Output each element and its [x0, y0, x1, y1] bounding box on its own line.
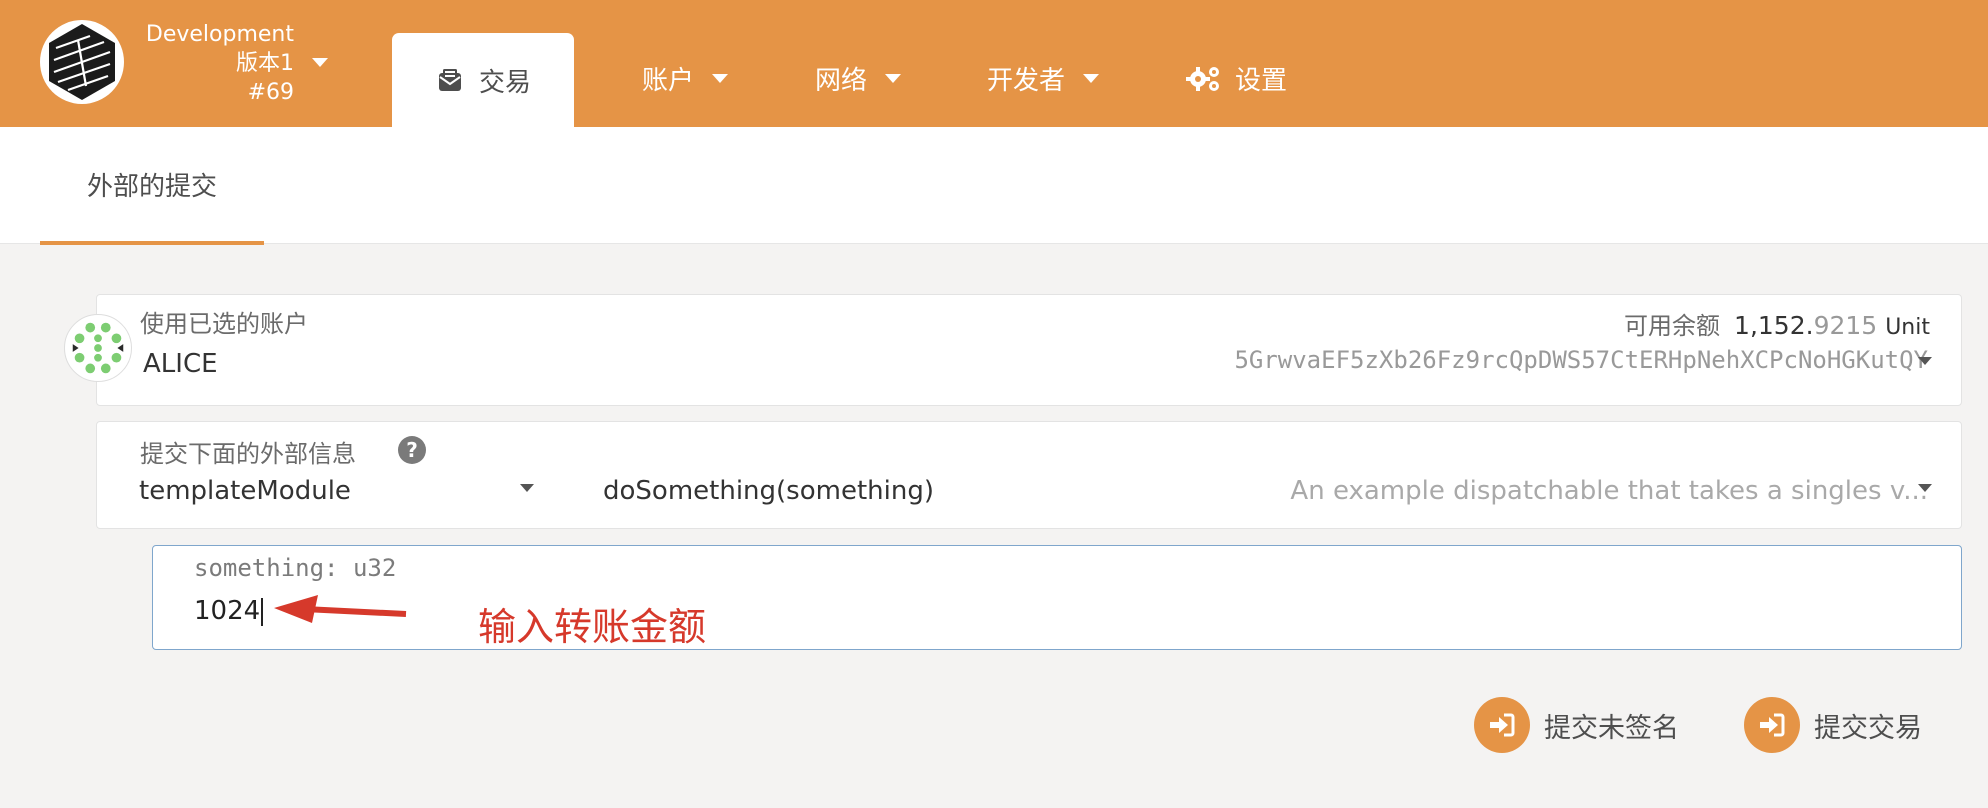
chevron-down-icon [712, 73, 729, 83]
chevron-down-icon[interactable] [520, 484, 534, 492]
annotation-text: 输入转账金额 [478, 605, 707, 649]
nav-developer-label: 开发者 [987, 65, 1066, 96]
sign-in-icon [1744, 697, 1800, 753]
param-value-text: 1024 [194, 596, 261, 626]
nav-settings[interactable]: 设置 [1185, 58, 1287, 98]
submit-transaction-button[interactable]: 提交交易 [1744, 696, 1922, 754]
account-name: ALICE [143, 349, 218, 379]
balance-label: 可用余额 [1624, 312, 1721, 340]
text-cursor [261, 597, 264, 626]
chain-name: Development [145, 22, 294, 47]
nav-network[interactable]: 网络 [815, 58, 902, 98]
nav-accounts[interactable]: 账户 [642, 58, 729, 98]
chevron-down-icon [885, 73, 902, 83]
account-label: 使用已选的账户 [140, 310, 308, 338]
annotation-arrow-icon [274, 595, 407, 623]
extrinsic-selector [96, 421, 1962, 529]
block-number: #69 [247, 80, 294, 105]
submit-unsigned-label: 提交未签名 [1544, 712, 1679, 744]
help-icon[interactable]: ? [398, 436, 426, 464]
top-navigation-bar: Development 版本1 #69 交易 账户 网络 开发者 设置 [0, 0, 1988, 127]
substrate-logo-icon[interactable] [38, 18, 126, 106]
chevron-down-icon [1083, 73, 1100, 83]
extrinsic-label: 提交下面的外部信息 [140, 440, 356, 468]
account-address: 5GrwvaEF5zXb26Fz9rcQpDWS57CtERHpNehXCPcN… [1234, 346, 1928, 374]
tab-extrinsics[interactable]: 交易 [392, 33, 574, 127]
sub-header: 外部的提交 [0, 127, 1988, 245]
balance-decimal: 9215 [1813, 311, 1878, 340]
method-description: An example dispatchable that takes a sin… [1290, 476, 1928, 506]
gears-icon [1186, 67, 1219, 91]
sign-in-icon [1474, 697, 1530, 753]
tab-submission[interactable]: 外部的提交 [40, 127, 264, 245]
submit-unsigned-button[interactable]: 提交未签名 [1474, 696, 1679, 754]
nav-network-label: 网络 [815, 65, 868, 96]
available-balance: 可用余额 1,152. 9215 Unit [1624, 306, 1930, 341]
identicon-avatar [64, 314, 132, 382]
balance-unit: Unit [1885, 315, 1930, 340]
tab-extrinsics-label: 交易 [478, 67, 531, 98]
module-select[interactable]: templateModule [139, 476, 351, 506]
chain-selector[interactable]: Development 版本1 #69 [128, 20, 294, 107]
param-value[interactable]: 1024 [194, 596, 264, 626]
chain-version: 版本1 [236, 51, 294, 76]
nav-settings-label: 设置 [1235, 65, 1288, 96]
param-input-field[interactable] [152, 545, 1962, 650]
nav-accounts-label: 账户 [642, 65, 695, 96]
nav-developer[interactable]: 开发者 [987, 58, 1100, 98]
envelope-icon [438, 69, 461, 91]
chevron-down-icon[interactable] [312, 58, 328, 67]
chevron-down-icon[interactable] [1918, 357, 1932, 365]
submit-transaction-label: 提交交易 [1814, 712, 1922, 744]
tab-submission-label: 外部的提交 [86, 171, 217, 202]
param-label: something: u32 [194, 554, 397, 582]
method-select[interactable]: doSomething(something) [603, 476, 934, 506]
balance-main: 1,152. [1734, 311, 1814, 340]
chevron-down-icon[interactable] [1918, 484, 1932, 492]
